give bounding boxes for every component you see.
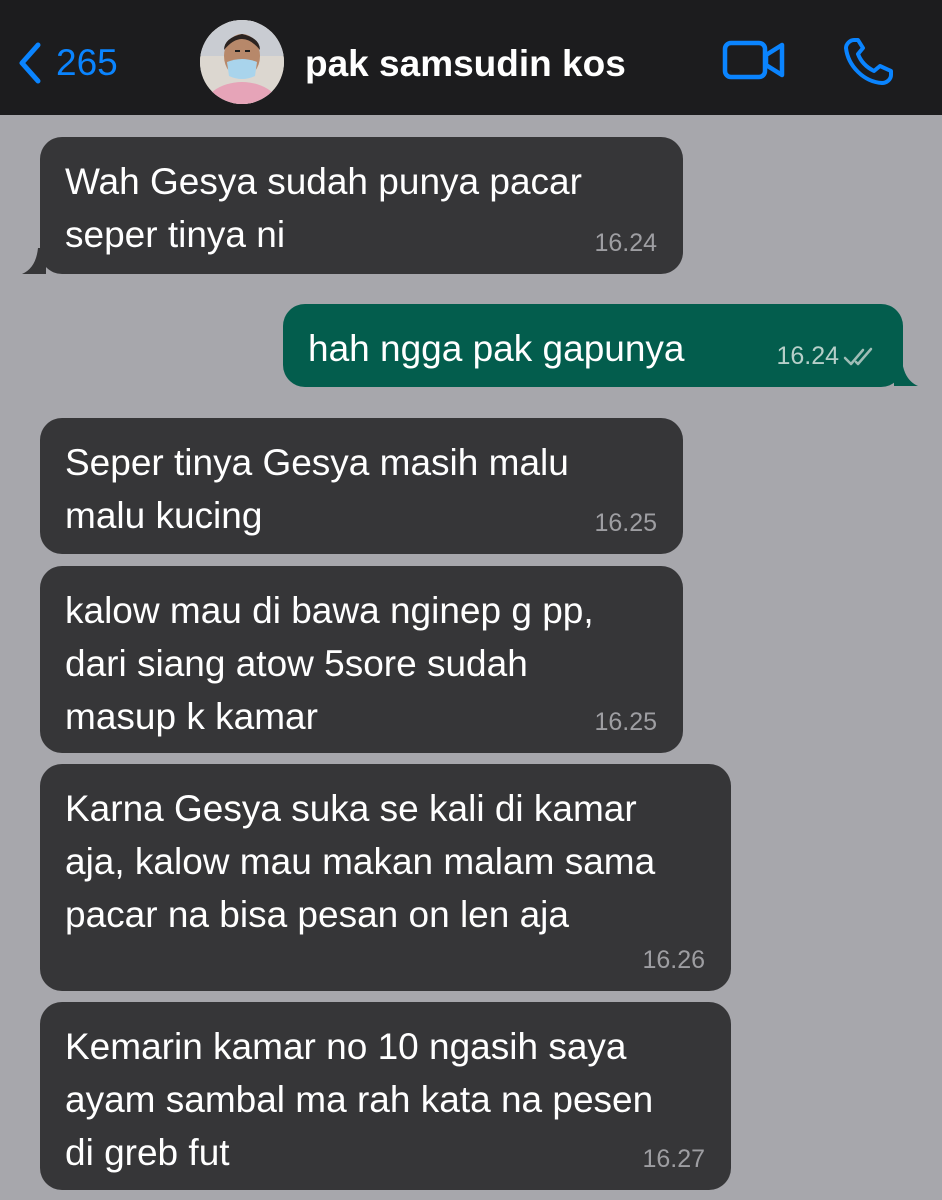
- message-bubble-incoming[interactable]: Karna Gesya suka se kali di kamar aja, k…: [40, 764, 731, 991]
- video-call-button[interactable]: [722, 38, 786, 87]
- double-check-icon: [843, 347, 873, 366]
- bubble-tail: [894, 360, 918, 386]
- message-bubble-incoming[interactable]: Seper tinya Gesya masih malu malu kucing…: [40, 418, 683, 554]
- message-time: 16.26: [642, 946, 705, 974]
- voice-call-button[interactable]: [842, 36, 896, 91]
- chat-header: 265 pak samsudin kos: [0, 0, 942, 115]
- phone-icon: [844, 38, 893, 85]
- message-time: 16.24: [776, 342, 839, 370]
- message-time: 16.24: [594, 229, 657, 257]
- back-button[interactable]: 265: [18, 38, 118, 88]
- contact-name[interactable]: pak samsudin kos: [305, 43, 626, 85]
- chevron-left-icon: [19, 42, 41, 84]
- message-text: Kemarin kamar no 10 ngasih saya ayam sam…: [65, 1026, 654, 1173]
- message-time: 16.25: [594, 509, 657, 537]
- bubble-tail: [22, 248, 46, 274]
- message-time: 16.27: [642, 1145, 705, 1173]
- video-camera-icon: [722, 40, 785, 80]
- message-time: 16.25: [594, 708, 657, 736]
- message-bubble-incoming[interactable]: Wah Gesya sudah punya pacar seper tinya …: [40, 137, 683, 274]
- avatar[interactable]: [200, 20, 284, 104]
- message-text: Seper tinya Gesya masih malu malu kucing: [65, 442, 569, 536]
- avatar-photo: [200, 20, 284, 104]
- message-text: Karna Gesya suka se kali di kamar aja, k…: [65, 788, 656, 935]
- message-bubble-incoming[interactable]: kalow mau di bawa nginep g pp, dari sian…: [40, 566, 683, 753]
- message-bubble-incoming[interactable]: Kemarin kamar no 10 ngasih saya ayam sam…: [40, 1002, 731, 1190]
- unread-count: 265: [56, 42, 118, 83]
- message-text: kalow mau di bawa nginep g pp, dari sian…: [65, 590, 594, 737]
- message-bubble-outgoing[interactable]: hah ngga pak gapunya 16.24: [283, 304, 903, 387]
- message-text: Wah Gesya sudah punya pacar seper tinya …: [65, 161, 582, 255]
